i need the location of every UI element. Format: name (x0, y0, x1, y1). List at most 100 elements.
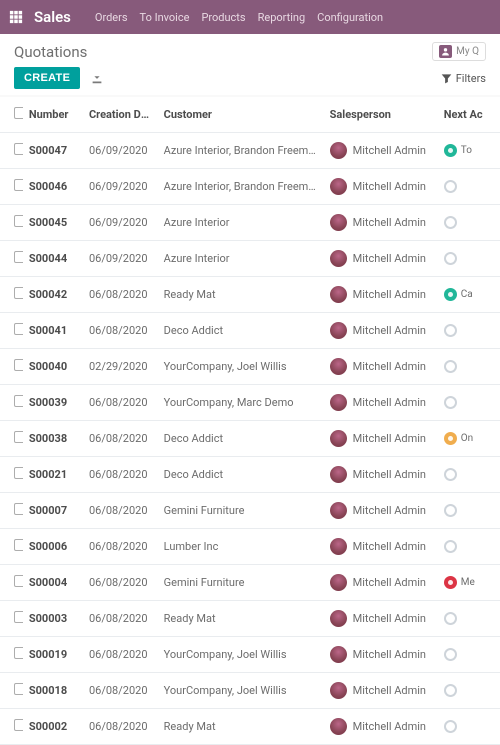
avatar (330, 718, 347, 735)
nav-link-configuration[interactable]: Configuration (317, 11, 383, 24)
cell-salesperson: Mitchell Admin (324, 277, 438, 313)
cell-next-activity[interactable] (438, 709, 500, 745)
nav-link-to-invoice[interactable]: To Invoice (140, 11, 190, 24)
cell-creation-date: 06/09/2020 (83, 133, 158, 169)
cell-salesperson: Mitchell Admin (324, 421, 438, 457)
cell-next-activity[interactable] (438, 205, 500, 241)
cell-salesperson: Mitchell Admin (324, 637, 438, 673)
cell-next-activity[interactable] (438, 313, 500, 349)
activity-status-icon (444, 432, 457, 445)
avatar (330, 646, 347, 663)
cell-next-activity[interactable] (438, 169, 500, 205)
avatar (330, 178, 347, 195)
cell-next-activity[interactable] (438, 241, 500, 277)
activity-status-icon (444, 144, 457, 157)
cell-next-activity[interactable]: On (438, 421, 500, 457)
create-button[interactable]: CREATE (14, 67, 80, 89)
table-row[interactable]: S0003806/08/2020Deco AddictMitchell Admi… (0, 421, 500, 457)
row-checkbox[interactable] (14, 287, 23, 299)
row-checkbox[interactable] (14, 431, 23, 443)
app-brand[interactable]: Sales (34, 8, 71, 26)
cell-creation-date: 06/08/2020 (83, 385, 158, 421)
table-row[interactable]: S0002106/08/2020Deco AddictMitchell Admi… (0, 457, 500, 493)
avatar (330, 286, 347, 303)
table-row[interactable]: S0000306/08/2020Ready MatMitchell Admin (0, 601, 500, 637)
cell-creation-date: 06/08/2020 (83, 709, 158, 745)
table-row[interactable]: S0001906/08/2020YourCompany, Joel Willis… (0, 637, 500, 673)
row-checkbox[interactable] (14, 395, 23, 407)
activity-label: On (461, 433, 473, 444)
table-row[interactable]: S0004206/08/2020Ready MatMitchell AdminC… (0, 277, 500, 313)
activity-label: Me (461, 577, 475, 588)
cell-next-activity[interactable] (438, 493, 500, 529)
my-quotations-filter[interactable]: My Q (432, 42, 486, 61)
cell-salesperson: Mitchell Admin (324, 457, 438, 493)
row-checkbox[interactable] (14, 359, 23, 371)
header-number[interactable]: Number (23, 97, 83, 133)
cell-customer: Deco Addict (158, 313, 324, 349)
nav-link-reporting[interactable]: Reporting (258, 11, 306, 24)
row-checkbox[interactable] (14, 647, 23, 659)
row-checkbox[interactable] (14, 503, 23, 515)
import-icon[interactable] (90, 71, 104, 85)
row-checkbox[interactable] (14, 467, 23, 479)
header-customer[interactable]: Customer (158, 97, 324, 133)
table-row[interactable]: S0003906/08/2020YourCompany, Marc DemoMi… (0, 385, 500, 421)
avatar (330, 502, 347, 519)
activity-status-icon (444, 252, 457, 265)
cell-next-activity[interactable]: Ca (438, 277, 500, 313)
nav-link-orders[interactable]: Orders (95, 11, 128, 24)
nav-link-products[interactable]: Products (201, 11, 245, 24)
table-row[interactable]: S0004406/09/2020Azure InteriorMitchell A… (0, 241, 500, 277)
table-row[interactable]: S0004706/09/2020Azure Interior, Brandon … (0, 133, 500, 169)
activity-label: To (461, 145, 472, 156)
row-checkbox[interactable] (14, 539, 23, 551)
cell-number: S00004 (23, 565, 83, 601)
row-checkbox[interactable] (14, 215, 23, 227)
header-salesperson[interactable]: Salesperson (324, 97, 438, 133)
activity-status-icon (444, 540, 457, 553)
table-row[interactable]: S0004106/08/2020Deco AddictMitchell Admi… (0, 313, 500, 349)
row-checkbox[interactable] (14, 323, 23, 335)
cell-next-activity[interactable] (438, 673, 500, 709)
table-row[interactable]: S0000406/08/2020Gemini FurnitureMitchell… (0, 565, 500, 601)
table-row[interactable]: S0000606/08/2020Lumber IncMitchell Admin (0, 529, 500, 565)
row-checkbox[interactable] (14, 719, 23, 731)
cell-next-activity[interactable] (438, 529, 500, 565)
cell-next-activity[interactable] (438, 385, 500, 421)
cell-next-activity[interactable] (438, 637, 500, 673)
table-row[interactable]: S0000206/08/2020Ready MatMitchell Admin (0, 709, 500, 745)
table-row[interactable]: S0004606/09/2020Azure Interior, Brandon … (0, 169, 500, 205)
row-checkbox[interactable] (14, 683, 23, 695)
row-checkbox[interactable] (14, 143, 23, 155)
row-checkbox[interactable] (14, 179, 23, 191)
table-row[interactable]: S0001806/08/2020YourCompany, Joel Willis… (0, 673, 500, 709)
cell-salesperson: Mitchell Admin (324, 169, 438, 205)
apps-icon[interactable] (8, 9, 24, 25)
cell-next-activity[interactable]: Me (438, 565, 500, 601)
row-checkbox[interactable] (14, 251, 23, 263)
cell-number: S00002 (23, 709, 83, 745)
salesperson-name: Mitchell Admin (353, 180, 426, 193)
row-checkbox[interactable] (14, 575, 23, 587)
salesperson-name: Mitchell Admin (353, 216, 426, 229)
cell-customer: Azure Interior, Brandon Freeman (158, 133, 324, 169)
header-creation-date[interactable]: Creation Date (83, 97, 158, 133)
filters-button[interactable]: Filters (441, 72, 486, 85)
table-header-row: Number Creation Date Customer Salesperso… (0, 97, 500, 133)
cell-next-activity[interactable] (438, 601, 500, 637)
salesperson-name: Mitchell Admin (353, 324, 426, 337)
table-row[interactable]: S0000706/08/2020Gemini FurnitureMitchell… (0, 493, 500, 529)
cell-next-activity[interactable]: To (438, 133, 500, 169)
cell-creation-date: 06/08/2020 (83, 637, 158, 673)
table-row[interactable]: S0004506/09/2020Azure InteriorMitchell A… (0, 205, 500, 241)
cell-next-activity[interactable] (438, 457, 500, 493)
table-row[interactable]: S0004002/29/2020YourCompany, Joel Willis… (0, 349, 500, 385)
select-all-checkbox[interactable] (14, 107, 23, 119)
row-checkbox[interactable] (14, 611, 23, 623)
cell-number: S00045 (23, 205, 83, 241)
header-next-activity[interactable]: Next Ac (438, 97, 500, 133)
cell-next-activity[interactable] (438, 349, 500, 385)
cell-number: S00021 (23, 457, 83, 493)
cell-creation-date: 06/09/2020 (83, 241, 158, 277)
